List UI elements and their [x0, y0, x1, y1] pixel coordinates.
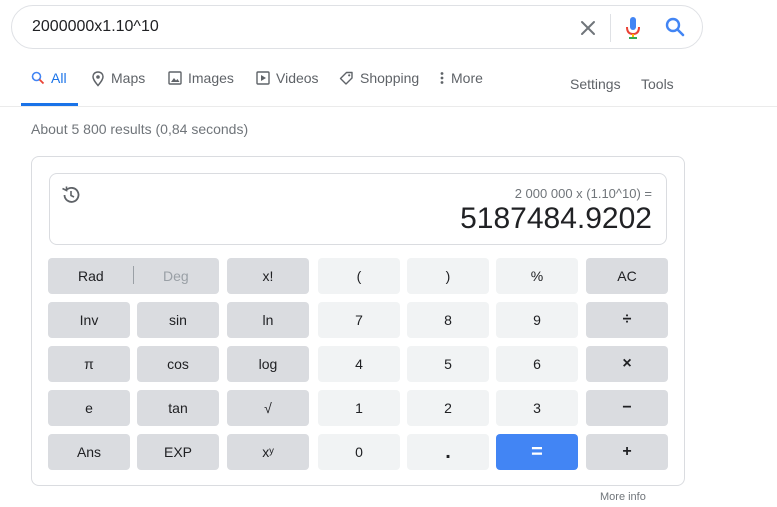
tab-all[interactable]: All [31, 70, 67, 106]
calculator-card: 2 000 000 x (1.10^10) = 5187484.9202 Rad… [31, 156, 685, 486]
active-tab-indicator [21, 103, 78, 106]
search-tabs: All Maps Images Videos Shopping More Set… [0, 60, 777, 107]
euler-button[interactable]: e [48, 390, 130, 426]
settings-link[interactable]: Settings [570, 76, 621, 92]
search-icon[interactable] [664, 16, 686, 38]
tab-label: Maps [111, 70, 146, 86]
close-paren-button[interactable]: ) [407, 258, 489, 294]
digit-6-button[interactable]: 6 [496, 346, 578, 382]
deg-button[interactable]: Deg [163, 268, 189, 284]
rad-deg-separator [133, 266, 134, 284]
search-box[interactable]: 2000000x1.10^10 [11, 5, 703, 49]
pi-button[interactable]: π [48, 346, 130, 382]
history-icon[interactable] [60, 184, 82, 206]
clear-all-button[interactable]: AC [586, 258, 668, 294]
tab-videos[interactable]: Videos [256, 70, 319, 106]
tab-label: Shopping [360, 70, 420, 86]
open-paren-button[interactable]: ( [318, 258, 400, 294]
digit-9-button[interactable]: 9 [496, 302, 578, 338]
minus-button[interactable]: − [586, 390, 668, 426]
cos-button[interactable]: cos [137, 346, 219, 382]
digit-3-button[interactable]: 3 [496, 390, 578, 426]
image-icon [168, 71, 182, 85]
digit-2-button[interactable]: 2 [407, 390, 489, 426]
tab-label: More [451, 70, 483, 86]
tab-shopping[interactable]: Shopping [339, 70, 419, 106]
search-query-text[interactable]: 2000000x1.10^10 [32, 18, 159, 36]
result-stats: About 5 800 results (0,84 seconds) [31, 121, 249, 137]
decimal-point-button[interactable]: . [407, 434, 489, 470]
mic-icon[interactable] [624, 16, 642, 40]
rad-button[interactable]: Rad [78, 268, 104, 284]
digit-7-button[interactable]: 7 [318, 302, 400, 338]
answer-button[interactable]: Ans [48, 434, 130, 470]
tab-more[interactable]: More [439, 70, 483, 106]
more-info-link[interactable]: More info [600, 491, 646, 503]
tab-label: Images [188, 70, 234, 86]
search-divider [610, 14, 611, 42]
power-button[interactable]: xʸ [227, 434, 309, 470]
calculator-display: 2 000 000 x (1.10^10) = 5187484.9202 [49, 173, 667, 245]
exp-button[interactable]: EXP [137, 434, 219, 470]
divide-button[interactable]: ÷ [586, 302, 668, 338]
calculator-result: 5187484.9202 [460, 202, 652, 235]
tools-link[interactable]: Tools [641, 76, 674, 92]
sqrt-button[interactable]: √ [227, 390, 309, 426]
tab-images[interactable]: Images [168, 70, 234, 106]
ln-button[interactable]: ln [227, 302, 309, 338]
digit-4-button[interactable]: 4 [318, 346, 400, 382]
rad-deg-toggle[interactable]: Rad Deg [48, 258, 219, 294]
factorial-button[interactable]: x! [227, 258, 309, 294]
digit-1-button[interactable]: 1 [318, 390, 400, 426]
vertical-dots-icon [440, 72, 444, 84]
search-icon [31, 71, 45, 85]
tan-button[interactable]: tan [137, 390, 219, 426]
plus-button[interactable]: + [586, 434, 668, 470]
map-pin-icon [92, 71, 104, 87]
sin-button[interactable]: sin [137, 302, 219, 338]
equals-button[interactable]: = [496, 434, 578, 470]
calculator-expression: 2 000 000 x (1.10^10) = [514, 186, 652, 201]
clear-icon[interactable] [578, 18, 598, 38]
tab-label: All [51, 70, 67, 86]
digit-0-button[interactable]: 0 [318, 434, 400, 470]
multiply-button[interactable]: × [586, 346, 668, 382]
play-icon [256, 71, 270, 85]
digit-8-button[interactable]: 8 [407, 302, 489, 338]
inverse-button[interactable]: Inv [48, 302, 130, 338]
digit-5-button[interactable]: 5 [407, 346, 489, 382]
tag-icon [339, 71, 353, 85]
log-button[interactable]: log [227, 346, 309, 382]
tab-maps[interactable]: Maps [91, 70, 145, 106]
tab-label: Videos [276, 70, 319, 86]
percent-button[interactable]: % [496, 258, 578, 294]
